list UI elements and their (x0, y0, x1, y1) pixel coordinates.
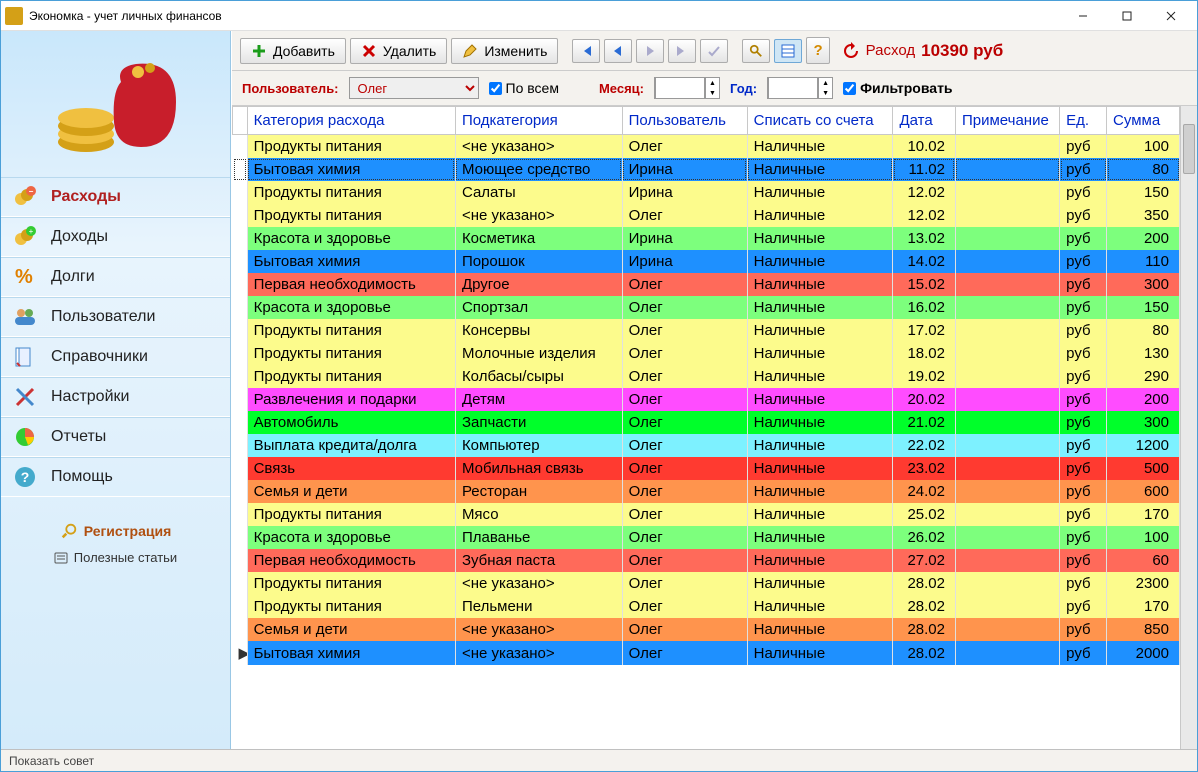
col-header[interactable]: Категория расхода (247, 107, 455, 135)
col-header[interactable]: Примечание (955, 107, 1059, 135)
col-header[interactable]: Списать со счета (747, 107, 893, 135)
plus-icon (251, 43, 267, 59)
nav-first-button[interactable] (572, 39, 600, 63)
table-row[interactable]: Первая необходимостьДругоеОлегНаличные15… (233, 273, 1180, 296)
sidebar-item-3[interactable]: Пользователи (1, 297, 230, 337)
table-row[interactable]: Продукты питания<не указано>ОлегНаличные… (233, 204, 1180, 227)
coins-minus-icon: − (13, 185, 37, 209)
toolbar: Добавить Удалить Изменить ? Расход 10390… (232, 31, 1197, 71)
vertical-scrollbar[interactable] (1180, 106, 1197, 749)
col-header[interactable]: Подкатегория (455, 107, 622, 135)
col-header[interactable]: Ед. (1060, 107, 1107, 135)
month-spinner[interactable]: ▲▼ (654, 77, 720, 99)
user-select[interactable]: Олег (349, 77, 479, 99)
nav-prev-button[interactable] (604, 39, 632, 63)
table-row[interactable]: Красота и здоровьеКосметикаИринаНаличные… (233, 227, 1180, 250)
search-button[interactable] (742, 39, 770, 63)
sidebar-item-0[interactable]: − Расходы (1, 177, 230, 217)
registration-link[interactable]: Регистрация (54, 517, 177, 545)
piechart-icon (13, 425, 37, 449)
nav-next-button[interactable] (636, 39, 664, 63)
svg-text:%: % (15, 266, 33, 288)
sidebar-item-7[interactable]: ? Помощь (1, 457, 230, 497)
table-row[interactable]: Продукты питанияСалатыИринаНаличные12.02… (233, 181, 1180, 204)
pencil-icon (462, 43, 478, 59)
year-spinner[interactable]: ▲▼ (767, 77, 833, 99)
sidebar-item-label: Отчеты (51, 428, 106, 446)
filter-checkbox[interactable]: Фильтровать (843, 80, 952, 96)
col-header[interactable]: Сумма (1107, 107, 1180, 135)
statusbar[interactable]: Показать совет (1, 749, 1197, 771)
help-icon: ? (13, 465, 37, 489)
close-button[interactable] (1149, 2, 1193, 30)
edit-button[interactable]: Изменить (451, 38, 558, 64)
table-row[interactable]: Первая необходимостьЗубная пастаОлегНали… (233, 549, 1180, 572)
percent-icon: % (13, 265, 37, 289)
table-row[interactable]: Продукты питания<не указано>ОлегНаличные… (233, 135, 1180, 159)
table-row[interactable]: Продукты питанияКонсервыОлегНаличные17.0… (233, 319, 1180, 342)
svg-text:−: − (29, 187, 34, 196)
sidebar-item-label: Справочники (51, 348, 148, 366)
table-row[interactable]: Выплата кредита/долгаКомпьютерОлегНаличн… (233, 434, 1180, 457)
nav-last-button[interactable] (668, 39, 696, 63)
col-header[interactable]: Дата (893, 107, 956, 135)
app-icon (5, 7, 23, 25)
add-button[interactable]: Добавить (240, 38, 346, 64)
coins-plus-icon: + (13, 225, 37, 249)
table-row[interactable]: Продукты питанияМолочные изделияОлегНали… (233, 342, 1180, 365)
table-row[interactable]: Продукты питанияКолбасы/сырыОлегНаличные… (233, 365, 1180, 388)
wallet-logo (46, 37, 186, 177)
table-row[interactable]: Красота и здоровьеПлаваньеОлегНаличные26… (233, 526, 1180, 549)
table-row[interactable]: Бытовая химияПорошокИринаНаличные14.02ру… (233, 250, 1180, 273)
spreadsheet-button[interactable] (774, 39, 802, 63)
table-row[interactable]: Бытовая химияМоющее средствоИринаНаличны… (233, 158, 1180, 181)
help-button[interactable]: ? (806, 37, 829, 64)
table-row[interactable]: Семья и детиРесторанОлегНаличные24.02руб… (233, 480, 1180, 503)
table-row[interactable]: ▶Бытовая химия<не указано>ОлегНаличные28… (233, 641, 1180, 665)
sidebar-item-label: Расходы (51, 188, 121, 206)
table-row[interactable]: Развлечения и подаркиДетямОлегНаличные20… (233, 388, 1180, 411)
sidebar-item-label: Пользователи (51, 308, 155, 326)
sidebar-item-2[interactable]: % Долги (1, 257, 230, 297)
titlebar: Экономка - учет личных финансов (1, 1, 1197, 31)
refresh-icon (842, 42, 860, 60)
sidebar-item-label: Настройки (51, 388, 129, 406)
filter-bar: Пользователь: Олег По всем Месяц: ▲▼ Год… (232, 71, 1197, 106)
table-row[interactable]: СвязьМобильная связьОлегНаличные23.02руб… (233, 457, 1180, 480)
window-title: Экономка - учет личных финансов (29, 9, 1061, 23)
total-indicator: Расход 10390 руб (842, 41, 1004, 61)
col-header[interactable]: Пользователь (622, 107, 747, 135)
svg-text:?: ? (21, 469, 30, 485)
sidebar-item-5[interactable]: Настройки (1, 377, 230, 417)
articles-link[interactable]: Полезные статьи (54, 545, 177, 570)
sidebar-item-label: Долги (51, 268, 95, 286)
nav-confirm-button[interactable] (700, 39, 728, 63)
table-row[interactable]: Продукты питанияПельмениОлегНаличные28.0… (233, 595, 1180, 618)
tools-icon (13, 385, 37, 409)
month-label: Месяц: (599, 81, 644, 96)
user-label: Пользователь: (242, 81, 339, 96)
book-icon (13, 345, 37, 369)
sidebar-item-4[interactable]: Справочники (1, 337, 230, 377)
users-icon (13, 305, 37, 329)
sidebar: − Расходы + Доходы% Долги Пользователи Справоч… (1, 31, 231, 749)
all-users-checkbox[interactable]: По всем (489, 80, 559, 96)
expenses-grid[interactable]: Категория расходаПодкатегорияПользовател… (232, 106, 1180, 749)
svg-text:+: + (29, 227, 34, 236)
sidebar-item-6[interactable]: Отчеты (1, 417, 230, 457)
table-row[interactable]: Красота и здоровьеСпортзалОлегНаличные16… (233, 296, 1180, 319)
table-row[interactable]: Продукты питанияМясоОлегНаличные25.02руб… (233, 503, 1180, 526)
minimize-button[interactable] (1061, 2, 1105, 30)
table-row[interactable]: АвтомобильЗапчастиОлегНаличные21.02руб30… (233, 411, 1180, 434)
sidebar-item-1[interactable]: + Доходы (1, 217, 230, 257)
x-icon (361, 43, 377, 59)
maximize-button[interactable] (1105, 2, 1149, 30)
table-row[interactable]: Семья и дети<не указано>ОлегНаличные28.0… (233, 618, 1180, 641)
year-label: Год: (730, 81, 757, 96)
delete-button[interactable]: Удалить (350, 38, 447, 64)
sidebar-item-label: Доходы (51, 228, 108, 246)
table-row[interactable]: Продукты питания<не указано>ОлегНаличные… (233, 572, 1180, 595)
sidebar-item-label: Помощь (51, 468, 113, 486)
